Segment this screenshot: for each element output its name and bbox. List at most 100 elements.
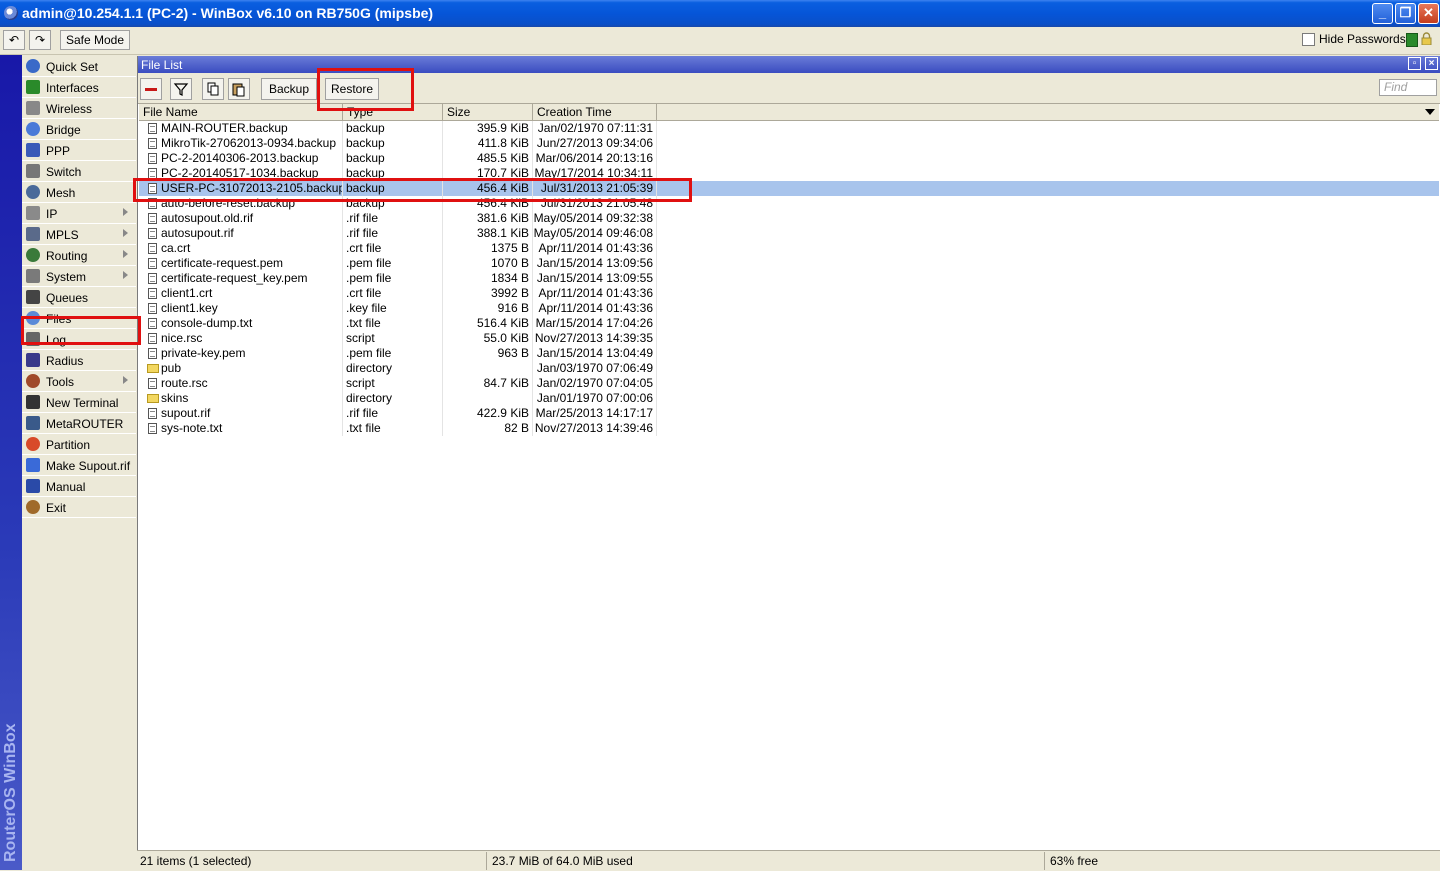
table-row[interactable]: client1.key .key file 916 B Apr/11/2014 01:…	[139, 301, 1439, 316]
sidebar-item-interfaces[interactable]: Interfaces	[22, 77, 136, 98]
cell-size: 82 B	[443, 421, 533, 436]
sidebar-item-ppp[interactable]: PPP	[22, 140, 136, 161]
sidebar-item-system[interactable]: System	[22, 266, 136, 287]
table-row[interactable]: supout.rif .rif file 422.9 KiB Mar/25/2013 …	[139, 406, 1439, 421]
cell-creation-time: May/05/2014 09:32:38	[533, 211, 657, 226]
close-button[interactable]: ✕	[1418, 3, 1439, 24]
window-close-icon[interactable]: ×	[1425, 57, 1438, 70]
table-row[interactable]: MikroTik-27062013-0934.backup backup 411.8…	[139, 136, 1439, 151]
minus-icon	[145, 88, 157, 91]
minimize-button[interactable]: _	[1372, 3, 1393, 24]
copy-button[interactable]	[202, 78, 224, 100]
table-row[interactable]: autosupout.rif .rif file 388.1 KiB May/05/2…	[139, 226, 1439, 241]
sidebar-item-routing[interactable]: Routing	[22, 245, 136, 266]
table-row[interactable]: PC-2-20140306-2013.backup backup 485.5 KiB…	[139, 151, 1439, 166]
find-input[interactable]: Find	[1379, 79, 1437, 96]
cell-size: 456.4 KiB	[443, 181, 533, 196]
redo-button[interactable]: ↷	[29, 30, 51, 50]
file-icon	[148, 243, 157, 254]
table-row[interactable]: nice.rsc script 55.0 KiB Nov/27/2013 14:39:…	[139, 331, 1439, 346]
sidebar-item-queues[interactable]: Queues	[22, 287, 136, 308]
window-maximize-icon[interactable]: ▫	[1408, 57, 1421, 70]
cell-file-name: PC-2-20140306-2013.backup	[139, 151, 343, 166]
sidebar-item-ip[interactable]: IP	[22, 203, 136, 224]
filter-button[interactable]	[170, 78, 192, 100]
remove-button[interactable]	[140, 78, 162, 100]
sidebar-item-quick-set[interactable]: Quick Set	[22, 56, 136, 77]
file-list-toolbar: Backup Restore Find	[138, 73, 1440, 104]
file-icon	[148, 333, 157, 344]
sidebar-item-label: Wireless	[46, 102, 93, 116]
status-bar: 21 items (1 selected) 23.7 MiB of 64.0 M…	[137, 850, 1440, 871]
file-icon	[148, 348, 157, 359]
cell-size: 3992 B	[443, 286, 533, 301]
sidebar-item-make-supout-rif[interactable]: Make Supout.rif	[22, 455, 136, 476]
table-row[interactable]: route.rsc script 84.7 KiB Jan/02/1970 07:04…	[139, 376, 1439, 391]
sidebar-item-manual[interactable]: Manual	[22, 476, 136, 497]
sidebar-item-partition[interactable]: Partition	[22, 434, 136, 455]
sidebar-item-metarouter[interactable]: MetaROUTER	[22, 413, 136, 434]
file-icon	[148, 228, 157, 239]
sidebar-item-bridge[interactable]: Bridge	[22, 119, 136, 140]
table-row[interactable]: skins directory Jan/01/1970 07:00:06	[139, 391, 1439, 406]
file-list-title-bar: File List ▫ ×	[138, 56, 1440, 73]
cell-size: 1070 B	[443, 256, 533, 271]
cell-file-name: nice.rsc	[139, 331, 343, 346]
table-row[interactable]: pub directory Jan/03/1970 07:06:49	[139, 361, 1439, 376]
table-row[interactable]: MAIN-ROUTER.backup backup 395.9 KiB Jan/02/…	[139, 121, 1439, 136]
sidebar-item-new-terminal[interactable]: New Terminal	[22, 392, 136, 413]
table-row[interactable]: private-key.pem .pem file 963 B Jan/15/2014…	[139, 346, 1439, 361]
redo-icon: ↷	[34, 33, 46, 47]
column-size[interactable]: Size	[443, 104, 533, 120]
cell-size: 516.4 KiB	[443, 316, 533, 331]
switch-icon	[26, 164, 40, 178]
table-row[interactable]: client1.crt .crt file 3992 B Apr/11/2014 01…	[139, 286, 1439, 301]
maximize-button[interactable]: ❐	[1395, 3, 1416, 24]
hide-passwords-checkbox[interactable]	[1302, 33, 1315, 46]
log-icon	[26, 332, 40, 346]
sidebar-item-wireless[interactable]: Wireless	[22, 98, 136, 119]
backup-button[interactable]: Backup	[261, 78, 317, 100]
cell-size: 388.1 KiB	[443, 226, 533, 241]
cell-size: 456.4 KiB	[443, 196, 533, 211]
sidebar-item-radius[interactable]: Radius	[22, 350, 136, 371]
table-row[interactable]: ca.crt .crt file 1375 B Apr/11/2014 01:43:3…	[139, 241, 1439, 256]
table-row-selected[interactable]: USER-PC-31072013-2105.backup backup 456.4 …	[139, 181, 1439, 196]
sidebar-item-mesh[interactable]: Mesh	[22, 182, 136, 203]
submenu-arrow-icon	[123, 271, 128, 279]
table-row[interactable]: console-dump.txt .txt file 516.4 KiB Mar/15…	[139, 316, 1439, 331]
undo-icon: ↶	[8, 33, 20, 47]
column-type[interactable]: Type	[343, 104, 443, 120]
submenu-arrow-icon	[123, 376, 128, 384]
main-toolbar: ↶ ↷ Safe Mode Hide Passwords	[0, 27, 1440, 55]
cell-file-name: client1.crt	[139, 286, 343, 301]
sidebar-item-mpls[interactable]: MPLS	[22, 224, 136, 245]
table-row[interactable]: certificate-request_key.pem .pem file 1834…	[139, 271, 1439, 286]
undo-button[interactable]: ↶	[3, 30, 25, 50]
cell-file-name: USER-PC-31072013-2105.backup	[139, 181, 343, 196]
column-menu-dropdown-icon[interactable]	[1425, 109, 1435, 115]
sidebar-item-files[interactable]: Files	[22, 308, 136, 329]
column-creation-time[interactable]: Creation Time	[533, 104, 657, 120]
table-row[interactable]: auto-before-reset.backup backup 456.4 KiB J…	[139, 196, 1439, 211]
sidebar-item-tools[interactable]: Tools	[22, 371, 136, 392]
safe-mode-button[interactable]: Safe Mode	[60, 30, 130, 50]
sidebar-item-log[interactable]: Log	[22, 329, 136, 350]
sidebar-item-switch[interactable]: Switch	[22, 161, 136, 182]
quickset-icon	[26, 59, 40, 73]
paste-button[interactable]	[228, 78, 250, 100]
cell-file-name: ca.crt	[139, 241, 343, 256]
file-icon	[148, 183, 157, 194]
sidebar-item-label: Mesh	[46, 186, 76, 200]
table-row[interactable]: certificate-request.pem .pem file 1070 B Ja…	[139, 256, 1439, 271]
cell-size: 485.5 KiB	[443, 151, 533, 166]
column-file-name[interactable]: File Name	[139, 104, 343, 120]
table-row[interactable]: sys-note.txt .txt file 82 B Nov/27/2013 14:…	[139, 421, 1439, 436]
wireless-icon	[26, 101, 40, 115]
sidebar-item-exit[interactable]: Exit	[22, 497, 136, 518]
table-row[interactable]: autosupout.old.rif .rif file 381.6 KiB May/…	[139, 211, 1439, 226]
table-row[interactable]: PC-2-20140517-1034.backup backup 170.7 KiB…	[139, 166, 1439, 181]
cell-type: .pem file	[343, 271, 443, 286]
file-table-body: MAIN-ROUTER.backup backup 395.9 KiB Jan/02/…	[139, 121, 1439, 436]
restore-button[interactable]: Restore	[325, 78, 379, 100]
